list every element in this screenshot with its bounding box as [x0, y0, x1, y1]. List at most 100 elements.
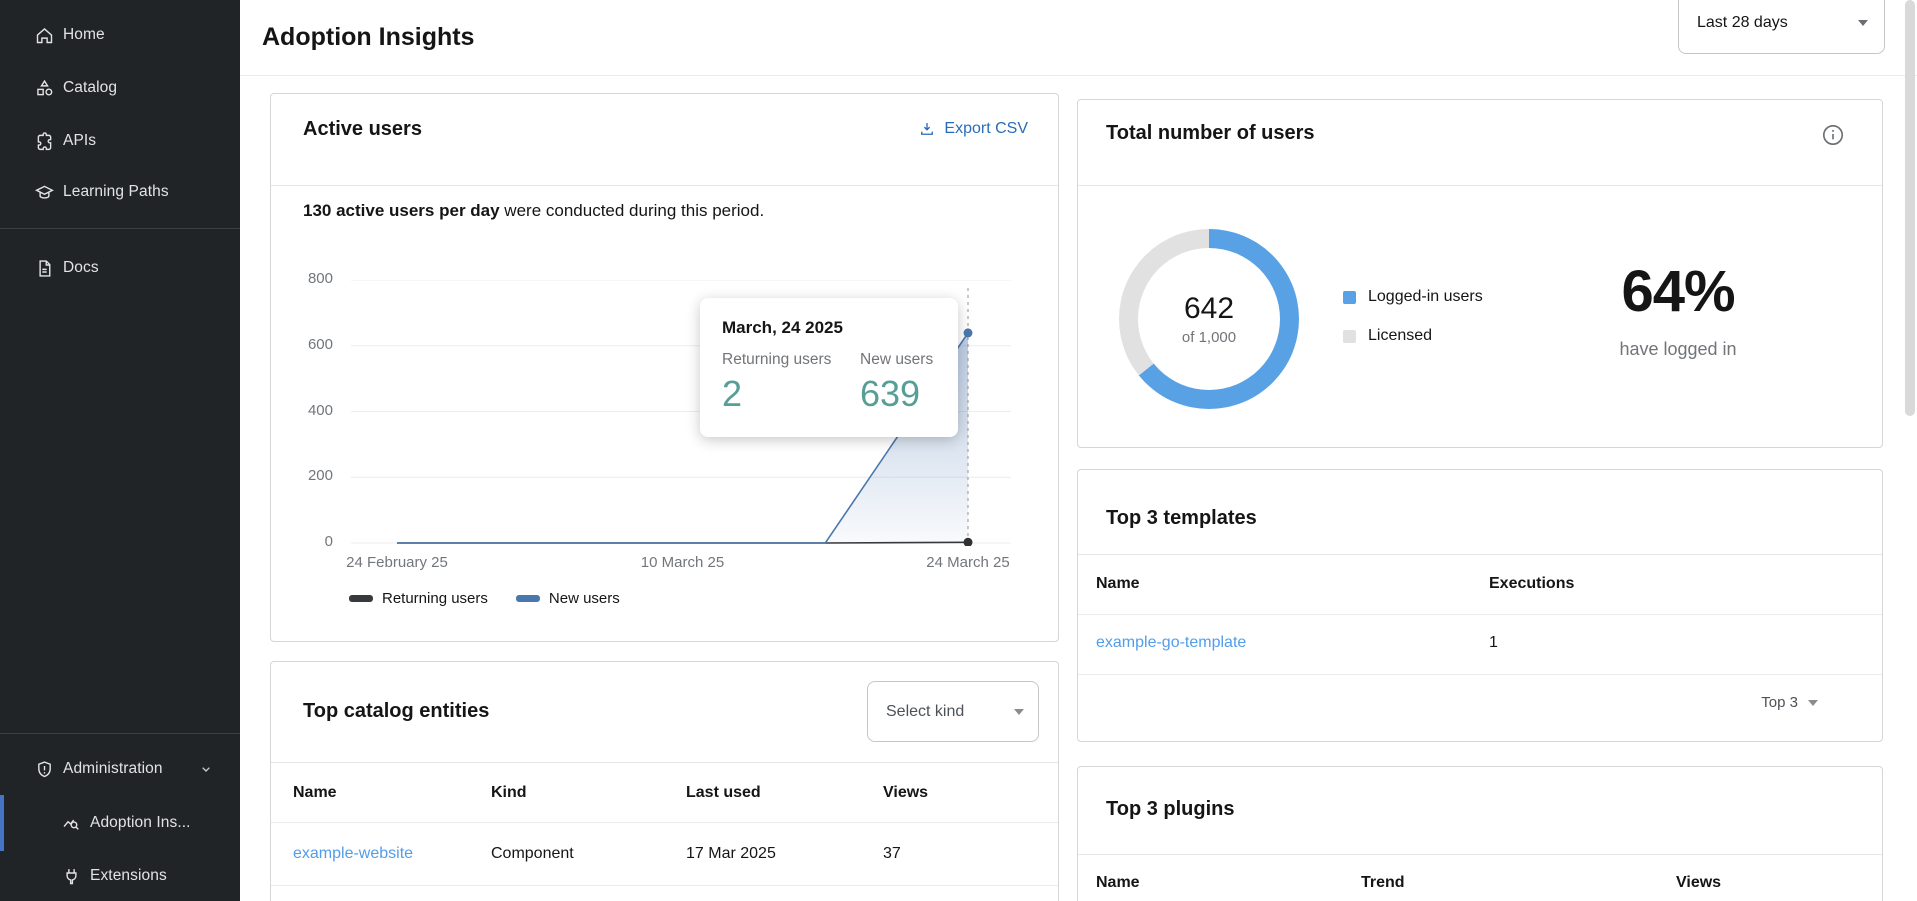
- caret-down-icon: [1014, 709, 1024, 715]
- y-axis-tick-label: 800: [271, 270, 333, 287]
- donut-chart: 642 of 1,000: [1119, 229, 1299, 409]
- sidebar-item-label: Catalog: [63, 79, 117, 97]
- active-item-indicator: [0, 795, 4, 851]
- legend-label: Logged-in users: [1368, 288, 1483, 306]
- chart-summary-rest: were conducted during this period.: [500, 201, 765, 220]
- card-title: Top 3 templates: [1106, 507, 1257, 530]
- entity-link[interactable]: example-website: [293, 845, 413, 863]
- tooltip-returning-users: Returning users 2: [722, 351, 860, 414]
- insights-magnifier-icon: [60, 812, 82, 834]
- new-users-swatch: [516, 595, 540, 602]
- table-divider: [1078, 614, 1882, 615]
- percent-block: 64% have logged in: [1558, 258, 1798, 360]
- sidebar-divider: [0, 228, 240, 229]
- sidebar-divider: [0, 733, 240, 734]
- shield-icon: [33, 758, 55, 780]
- column-header-views: Views: [1676, 874, 1721, 892]
- sidebar-item-extensions[interactable]: Extensions: [0, 856, 240, 896]
- graduation-cap-icon: [33, 181, 55, 203]
- column-header-last-used: Last used: [686, 784, 761, 802]
- card-header-divider: [271, 762, 1058, 763]
- donut-center: 642 of 1,000: [1138, 248, 1280, 390]
- percent-caption: have logged in: [1558, 339, 1798, 360]
- x-axis-tick-label: 24 February 25: [346, 554, 448, 571]
- top-templates-card: Top 3 templates Name Executions example-…: [1077, 469, 1883, 742]
- column-header-executions: Executions: [1489, 575, 1574, 593]
- card-header-divider: [1078, 185, 1882, 186]
- column-header-name: Name: [1096, 874, 1140, 892]
- document-icon: [33, 257, 55, 279]
- period-select-value: Last 28 days: [1697, 14, 1788, 32]
- logged-in-swatch: [1343, 291, 1356, 304]
- chart-tooltip: March, 24 2025 Returning users 2 New use…: [700, 298, 958, 437]
- catalog-icon: [33, 77, 55, 99]
- kind-select[interactable]: Select kind: [867, 681, 1039, 742]
- column-header-trend: Trend: [1361, 874, 1405, 892]
- export-csv-button[interactable]: Export CSV: [918, 120, 1028, 138]
- legend-label: Licensed: [1368, 327, 1432, 345]
- column-header-views: Views: [883, 784, 928, 802]
- vertical-scrollbar[interactable]: [1905, 0, 1915, 416]
- kind-select-value: Select kind: [886, 703, 964, 721]
- card-title: Active users: [303, 118, 422, 141]
- sidebar-item-label: Home: [63, 26, 105, 44]
- sidebar-item-learning-paths[interactable]: Learning Paths: [0, 172, 240, 212]
- top-n-label: Top 3: [1761, 694, 1798, 711]
- card-header-divider: [1078, 554, 1882, 555]
- donut-value: 642: [1184, 292, 1234, 326]
- card-title: Total number of users: [1106, 122, 1315, 145]
- chart-legend: Returning users New users: [349, 590, 620, 607]
- info-icon[interactable]: [1820, 122, 1846, 148]
- x-axis-tick-label: 24 March 25: [926, 554, 1009, 571]
- sidebar-item-docs[interactable]: Docs: [0, 248, 240, 288]
- tooltip-date: March, 24 2025: [722, 318, 936, 338]
- chart-summary: 130 active users per day were conducted …: [303, 201, 764, 221]
- y-axis-tick-label: 600: [271, 336, 333, 353]
- sidebar: Home Catalog APIs Learning Paths Docs: [0, 0, 240, 901]
- template-link[interactable]: example-go-template: [1096, 634, 1246, 652]
- column-header-kind: Kind: [491, 784, 527, 802]
- column-header-name: Name: [1096, 575, 1140, 593]
- sidebar-item-administration[interactable]: Administration: [0, 749, 240, 789]
- top-n-select[interactable]: Top 3: [1761, 694, 1818, 711]
- last-used-cell: 17 Mar 2025: [686, 845, 776, 863]
- chevron-down-icon: [198, 761, 214, 777]
- y-axis-tick-label: 400: [271, 402, 333, 419]
- sidebar-item-adoption-insights[interactable]: Adoption Ins...: [0, 795, 240, 851]
- header-divider: [240, 75, 1917, 76]
- caret-down-icon: [1858, 20, 1868, 26]
- tooltip-value: 639: [860, 373, 933, 414]
- adoption-insights-screen: Home Catalog APIs Learning Paths Docs: [0, 0, 1917, 901]
- chart-summary-bold: 130 active users per day: [303, 201, 500, 220]
- sidebar-item-apis[interactable]: APIs: [0, 121, 240, 161]
- legend-item-returning-users: Returning users: [349, 590, 488, 607]
- page-title: Adoption Insights: [262, 23, 474, 52]
- tooltip-new-users: New users 639: [860, 351, 933, 414]
- sidebar-item-label: Administration: [63, 760, 163, 778]
- sidebar-item-label: Adoption Ins...: [90, 814, 191, 832]
- x-axis-tick-label: 10 March 25: [641, 554, 724, 571]
- period-select[interactable]: Last 28 days: [1678, 0, 1885, 54]
- sidebar-item-home[interactable]: Home: [0, 15, 240, 55]
- executions-cell: 1: [1489, 634, 1498, 652]
- sidebar-item-label: Extensions: [90, 867, 167, 885]
- donut-legend-logged-in: Logged-in users: [1343, 288, 1483, 306]
- legend-item-new-users: New users: [516, 590, 620, 607]
- card-title: Top catalog entities: [303, 700, 489, 723]
- sidebar-item-label: Docs: [63, 259, 99, 277]
- top-plugins-card: Top 3 plugins Name Trend Views: [1077, 766, 1883, 901]
- top-catalog-entities-card: Top catalog entities Select kind Name Ki…: [270, 661, 1059, 901]
- returning-users-swatch: [349, 595, 373, 602]
- percent-value: 64%: [1558, 258, 1798, 325]
- table-divider: [271, 822, 1058, 823]
- tooltip-label: New users: [860, 351, 933, 369]
- table-divider: [1078, 674, 1882, 675]
- donut-of-label: of 1,000: [1182, 329, 1236, 346]
- donut-legend-licensed: Licensed: [1343, 327, 1432, 345]
- caret-down-icon: [1808, 700, 1818, 706]
- tooltip-label: Returning users: [722, 351, 860, 369]
- legend-label: Returning users: [382, 590, 488, 607]
- sidebar-item-catalog[interactable]: Catalog: [0, 68, 240, 108]
- card-title: Top 3 plugins: [1106, 798, 1235, 821]
- card-header-divider: [271, 185, 1058, 186]
